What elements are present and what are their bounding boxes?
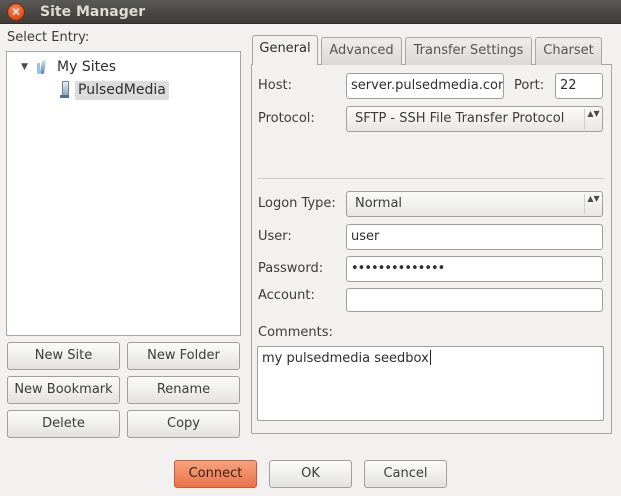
- user-input[interactable]: user: [346, 224, 603, 250]
- site-tree[interactable]: ▼ My Sites PulsedMedia: [6, 51, 241, 336]
- server-icon: [59, 81, 71, 99]
- folder-icon: [35, 59, 53, 75]
- tree-item-label: PulsedMedia: [75, 80, 169, 100]
- comments-textarea[interactable]: my pulsedmedia seedbox: [257, 346, 604, 421]
- logon-type-value: Normal: [355, 196, 403, 211]
- ok-button[interactable]: OK: [269, 460, 352, 488]
- copy-button[interactable]: Copy: [127, 410, 240, 438]
- tree-item-pulsedmedia[interactable]: PulsedMedia: [59, 80, 169, 100]
- new-site-button[interactable]: New Site: [7, 342, 120, 370]
- host-label: Host:: [258, 78, 292, 93]
- site-manager-window: ✕ Site Manager Select Entry: ▼ My Sites …: [0, 0, 621, 496]
- tree-item-my-sites[interactable]: ▼ My Sites: [21, 57, 116, 77]
- title-bar: ✕ Site Manager: [0, 0, 621, 24]
- account-label: Account:: [258, 288, 315, 303]
- combo-arrows-icon: ▲▼: [584, 109, 602, 129]
- password-label: Password:: [258, 261, 324, 276]
- user-label: User:: [258, 229, 292, 244]
- comments-label: Comments:: [258, 325, 333, 340]
- tab-general[interactable]: General: [252, 35, 318, 65]
- separator: [258, 178, 605, 179]
- protocol-label: Protocol:: [258, 111, 315, 126]
- close-icon: ✕: [10, 5, 22, 19]
- text-cursor: [429, 350, 431, 365]
- combo-arrows-icon: ▲▼: [584, 194, 602, 214]
- tree-item-label: My Sites: [57, 59, 116, 75]
- port-input[interactable]: 22: [555, 73, 603, 99]
- password-input[interactable]: ••••••••••••••: [346, 256, 603, 282]
- close-button[interactable]: ✕: [7, 3, 25, 21]
- port-label: Port:: [514, 78, 545, 93]
- account-input[interactable]: [346, 288, 603, 312]
- new-bookmark-button[interactable]: New Bookmark: [7, 376, 120, 404]
- expander-icon[interactable]: ▼: [21, 62, 35, 72]
- new-folder-button[interactable]: New Folder: [127, 342, 240, 370]
- comments-text: my pulsedmedia seedbox: [262, 351, 429, 366]
- cancel-button[interactable]: Cancel: [364, 460, 447, 488]
- logon-type-label: Logon Type:: [258, 196, 336, 211]
- protocol-select[interactable]: SFTP - SSH File Transfer Protocol ▲▼: [346, 106, 603, 132]
- host-input[interactable]: server.pulsedmedia.com: [346, 73, 504, 99]
- logon-type-select[interactable]: Normal ▲▼: [346, 191, 603, 217]
- tab-advanced[interactable]: Advanced: [321, 37, 402, 65]
- select-entry-label: Select Entry:: [7, 30, 90, 45]
- tab-charset[interactable]: Charset: [535, 37, 602, 65]
- window-title: Site Manager: [40, 4, 146, 20]
- delete-button[interactable]: Delete: [7, 410, 120, 438]
- protocol-value: SFTP - SSH File Transfer Protocol: [355, 111, 565, 126]
- connect-button[interactable]: Connect: [174, 460, 257, 488]
- rename-button[interactable]: Rename: [127, 376, 240, 404]
- tab-transfer-settings[interactable]: Transfer Settings: [405, 37, 532, 65]
